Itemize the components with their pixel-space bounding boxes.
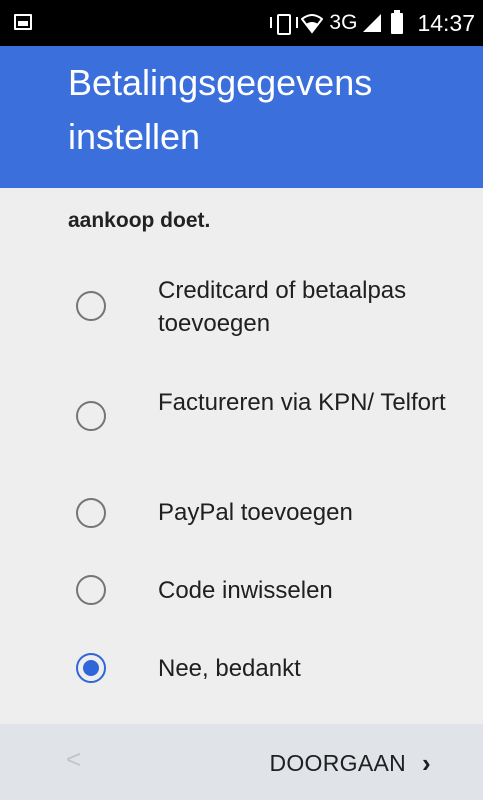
chevron-left-icon[interactable]: < <box>66 744 81 775</box>
option-label: Creditcard of betaalpas toevoegen <box>158 277 407 337</box>
option-paypal[interactable]: PayPal toevoegen <box>0 484 483 560</box>
intro-text: aankoop doet. <box>68 209 211 232</box>
network-type: 3G <box>329 11 358 34</box>
radio-button[interactable] <box>76 575 106 605</box>
option-label: Nee, bedankt <box>158 655 301 682</box>
option-redeem-code[interactable]: Code inwisselen <box>0 562 483 638</box>
radio-button[interactable] <box>76 401 106 431</box>
radio-button-selected[interactable] <box>76 653 106 683</box>
radio-button[interactable] <box>76 291 106 321</box>
continue-button[interactable]: DOORGAAN › <box>269 748 431 779</box>
option-creditcard[interactable]: Creditcard of betaalpas toevoegen <box>0 274 483 350</box>
option-label: Code inwisselen <box>158 577 333 604</box>
option-label: PayPal toevoegen <box>158 499 353 526</box>
clock: 14:37 <box>417 9 475 36</box>
signal-icon <box>363 14 382 32</box>
battery-icon <box>391 9 404 34</box>
status-bar: 3G 14:37 <box>0 0 483 46</box>
chevron-right-icon: › <box>422 748 431 778</box>
image-notification-icon <box>14 14 32 30</box>
app-header: Betalingsgegevens instellen <box>0 46 483 188</box>
payment-options: aankoop doet. Creditcard of betaalpas to… <box>0 188 483 724</box>
vibrate-icon <box>269 12 299 35</box>
option-kpn-telfort[interactable]: Factureren via KPN/ Telfort <box>0 386 483 462</box>
page-title: Betalingsgegevens instellen <box>68 62 373 157</box>
wifi-icon <box>301 12 324 34</box>
radio-button[interactable] <box>76 498 106 528</box>
continue-label: DOORGAAN <box>269 750 407 776</box>
status-icons: 3G 14:37 <box>269 0 475 46</box>
option-label: Factureren via KPN/ Telfort <box>158 389 446 416</box>
option-no-thanks[interactable]: Nee, bedankt <box>0 640 483 716</box>
bottom-navigation: < DOORGAAN › <box>0 724 483 800</box>
